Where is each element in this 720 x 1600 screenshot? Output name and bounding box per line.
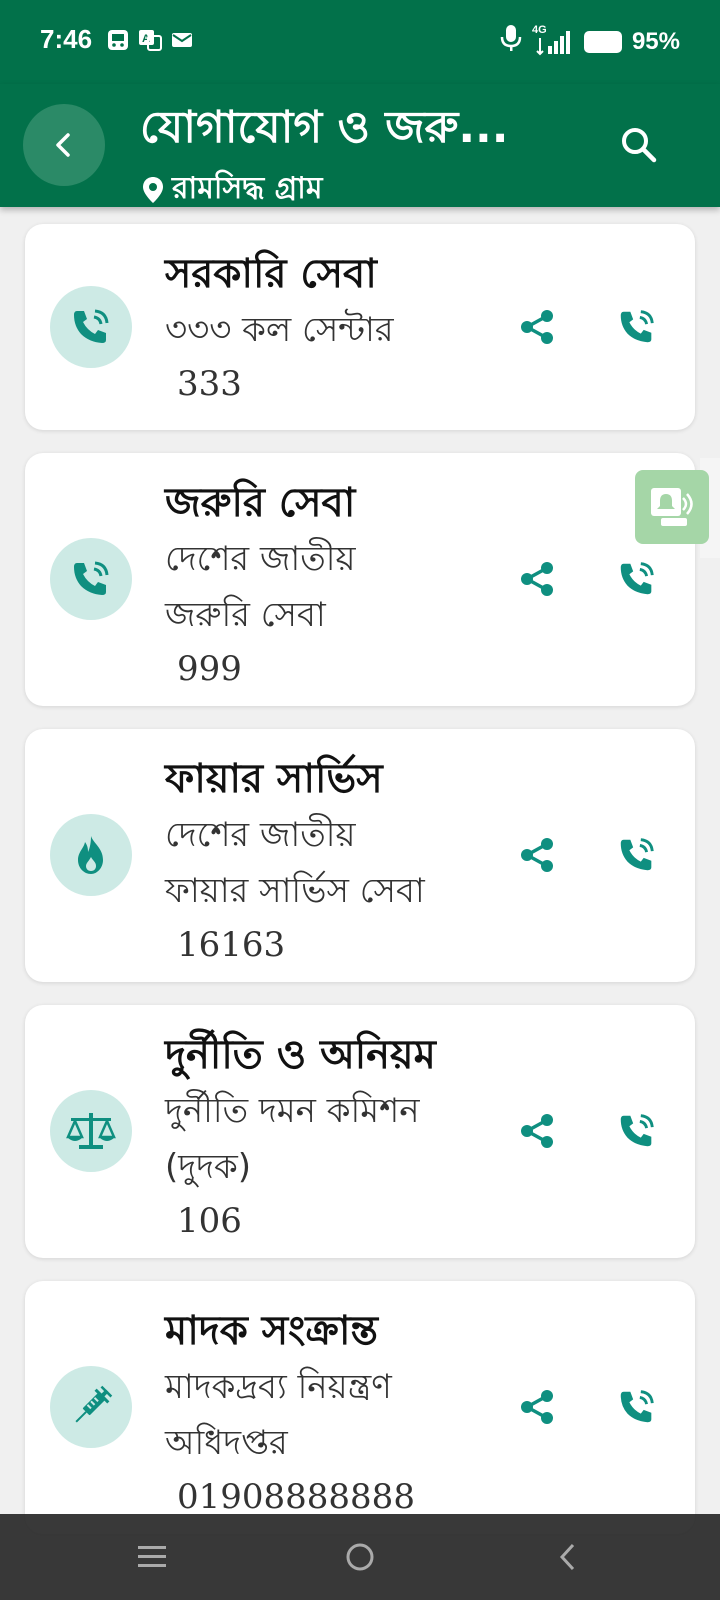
menu-icon bbox=[138, 1546, 166, 1567]
contact-number: 333 bbox=[177, 364, 242, 404]
status-time: 7:46 bbox=[40, 24, 93, 54]
home-button[interactable] bbox=[335, 1532, 385, 1582]
phone-ring-icon bbox=[620, 838, 654, 871]
contact-description: ফায়ার সার্ভিস সেবা bbox=[165, 871, 425, 911]
call-button[interactable] bbox=[615, 833, 659, 877]
share-button[interactable] bbox=[515, 1109, 559, 1153]
page-title: যোগাযোগ ও জরু... bbox=[140, 102, 509, 153]
contact-card[interactable]: সরকারি সেবা ৩৩৩ কল সেন্টার 333 bbox=[25, 224, 695, 430]
location-label: রামসিদ্ধ গ্রাম bbox=[172, 171, 323, 206]
call-button[interactable] bbox=[615, 557, 659, 601]
contact-description: জরুরি সেবা bbox=[165, 595, 326, 635]
status-bar: 7:46 A 4G 95% bbox=[0, 0, 720, 84]
notification-overlay-icon bbox=[651, 488, 693, 526]
contact-number: 106 bbox=[177, 1201, 242, 1241]
contact-title: জরুরি সেবা bbox=[165, 480, 356, 526]
contact-text: ফায়ার সার্ভিস দেশের জাতীয় ফায়ার সার্ভ… bbox=[165, 751, 465, 971]
contact-card[interactable]: ফায়ার সার্ভিস দেশের জাতীয় ফায়ার সার্ভ… bbox=[25, 729, 695, 982]
contact-text: দুর্নীতি ও অনিয়ম দুর্নীতি দমন কমিশন (দু… bbox=[165, 1027, 465, 1247]
phone-ring-icon bbox=[620, 1390, 654, 1423]
mic-icon bbox=[500, 24, 522, 59]
contact-text: জরুরি সেবা দেশের জাতীয় জরুরি সেবা 999 bbox=[165, 475, 465, 695]
battery-icon bbox=[583, 30, 622, 53]
contact-number: 16163 bbox=[177, 925, 286, 965]
share-button[interactable] bbox=[515, 557, 559, 601]
contact-title: সরকারি সেবা bbox=[165, 251, 377, 297]
share-button[interactable] bbox=[515, 833, 559, 877]
phone-ring-icon bbox=[620, 1114, 654, 1147]
share-icon bbox=[521, 1114, 553, 1148]
phone-ring-icon bbox=[620, 310, 654, 343]
share-button[interactable] bbox=[515, 305, 559, 349]
translate-icon: A bbox=[138, 28, 162, 52]
contact-description: অধিদপ্তর bbox=[165, 1423, 288, 1463]
phone-ring-icon bbox=[50, 286, 132, 368]
contact-description: দুর্নীতি দমন কমিশন bbox=[165, 1091, 420, 1131]
call-button[interactable] bbox=[615, 1109, 659, 1153]
contact-description: মাদকদ্রব্য নিয়ন্ত্রণ bbox=[165, 1367, 392, 1407]
contact-number: 999 bbox=[177, 649, 242, 689]
call-button[interactable] bbox=[615, 305, 659, 349]
contact-card[interactable]: জরুরি সেবা দেশের জাতীয় জরুরি সেবা 999 bbox=[25, 453, 695, 706]
contact-card[interactable]: মাদক সংক্রান্ত মাদকদ্রব্য নিয়ন্ত্রণ অধি… bbox=[25, 1281, 695, 1534]
contact-title: দুর্নীতি ও অনিয়ম bbox=[165, 1032, 436, 1078]
bus-icon bbox=[106, 28, 130, 52]
phone-ring-icon bbox=[620, 562, 654, 595]
status-notification-icons: A bbox=[106, 28, 194, 52]
location-pin-icon bbox=[143, 176, 163, 203]
app-bar: যোগাযোগ ও জরু... রামসিদ্ধ গ্রাম bbox=[0, 84, 720, 207]
battery-percent: 95% bbox=[631, 27, 680, 55]
contact-description: ৩৩৩ কল সেন্টার bbox=[165, 310, 394, 350]
search-icon bbox=[622, 128, 657, 163]
signal-icon: 4G bbox=[532, 24, 574, 56]
back-icon bbox=[559, 1543, 575, 1571]
share-button[interactable] bbox=[515, 1385, 559, 1429]
call-button[interactable] bbox=[615, 1385, 659, 1429]
contact-description: দেশের জাতীয় bbox=[165, 815, 356, 855]
share-icon bbox=[521, 310, 553, 344]
status-right-cluster: 4G 95% bbox=[500, 24, 680, 59]
share-icon bbox=[521, 562, 553, 596]
chevron-left-icon bbox=[56, 133, 70, 157]
back-button[interactable] bbox=[23, 104, 105, 186]
contact-title: ফায়ার সার্ভিস bbox=[165, 756, 383, 802]
share-icon bbox=[521, 1390, 553, 1424]
share-icon bbox=[521, 838, 553, 872]
search-button[interactable] bbox=[614, 120, 664, 170]
mail-icon bbox=[170, 28, 194, 52]
system-navigation-bar bbox=[0, 1514, 720, 1600]
home-icon bbox=[346, 1543, 374, 1571]
scale-icon bbox=[50, 1090, 132, 1172]
floating-overlay-button[interactable] bbox=[635, 470, 709, 544]
contact-description: দেশের জাতীয় bbox=[165, 539, 356, 579]
contact-text: সরকারি সেবা ৩৩৩ কল সেন্টার 333 bbox=[165, 246, 465, 410]
fire-icon bbox=[50, 814, 132, 896]
menu-button[interactable] bbox=[127, 1532, 177, 1582]
contact-description: (দুদক) bbox=[165, 1147, 252, 1187]
syringe-icon bbox=[50, 1366, 132, 1448]
contact-title: মাদক সংক্রান্ত bbox=[165, 1308, 378, 1354]
back-nav-button[interactable] bbox=[543, 1532, 593, 1582]
contact-card[interactable]: দুর্নীতি ও অনিয়ম দুর্নীতি দমন কমিশন (দু… bbox=[25, 1005, 695, 1258]
location-row[interactable]: রামসিদ্ধ গ্রাম bbox=[142, 164, 323, 215]
contact-text: মাদক সংক্রান্ত মাদকদ্রব্য নিয়ন্ত্রণ অধি… bbox=[165, 1303, 465, 1523]
phone-ring-icon bbox=[50, 538, 132, 620]
